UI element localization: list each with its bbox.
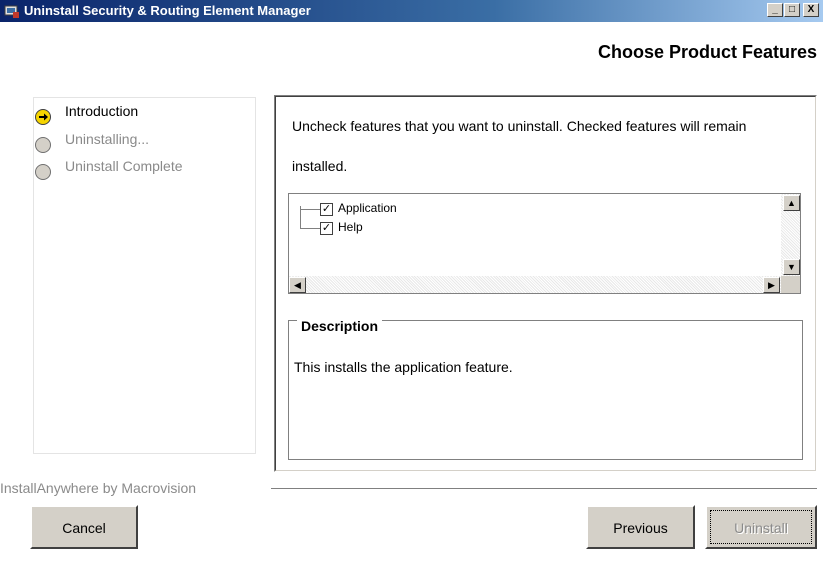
circle-icon (35, 137, 51, 153)
focus-ring (710, 510, 812, 544)
scroll-left-button[interactable]: ◀ (289, 277, 306, 293)
description-text: This installs the application feature. (294, 359, 513, 375)
title-bar[interactable]: Uninstall Security & Routing Element Man… (0, 0, 823, 22)
scroll-down-button[interactable]: ▼ (783, 259, 800, 275)
footer-divider (271, 488, 817, 489)
help-checkbox[interactable]: ✓ (320, 222, 333, 235)
application-checkbox[interactable]: ✓ (320, 203, 333, 216)
minimize-button[interactable]: _ (767, 3, 783, 17)
cancel-button[interactable]: Cancel (30, 505, 138, 549)
steps-panel (33, 97, 256, 454)
description-group (288, 320, 803, 460)
previous-button[interactable]: Previous (586, 505, 695, 549)
step-label: Uninstall Complete (65, 158, 183, 174)
scroll-up-button[interactable]: ▲ (783, 195, 800, 211)
close-button[interactable]: X (803, 3, 819, 17)
brand-text: InstallAnywhere by Macrovision (0, 480, 197, 496)
scroll-right-button[interactable]: ▶ (763, 277, 780, 293)
page-heading: Choose Product Features (597, 42, 817, 62)
step-label: Uninstalling... (65, 131, 150, 147)
step-label: Introduction (65, 103, 139, 119)
tree-connector (300, 209, 320, 210)
window-title: Uninstall Security & Routing Element Man… (24, 3, 311, 18)
arrow-right-icon (35, 109, 51, 125)
circle-icon (35, 164, 51, 180)
instruction-text: Uncheck features that you want to uninst… (292, 118, 747, 174)
feature-label-application[interactable]: Application (338, 201, 397, 215)
maximize-button[interactable]: □ (784, 3, 800, 17)
tree-connector (300, 228, 320, 229)
scrollbar-corner (781, 276, 800, 293)
app-icon (4, 3, 20, 19)
uninstall-button[interactable]: Uninstall (705, 505, 817, 549)
horizontal-scrollbar[interactable] (289, 276, 781, 293)
description-legend: Description (297, 318, 383, 334)
feature-label-help[interactable]: Help (338, 220, 363, 234)
